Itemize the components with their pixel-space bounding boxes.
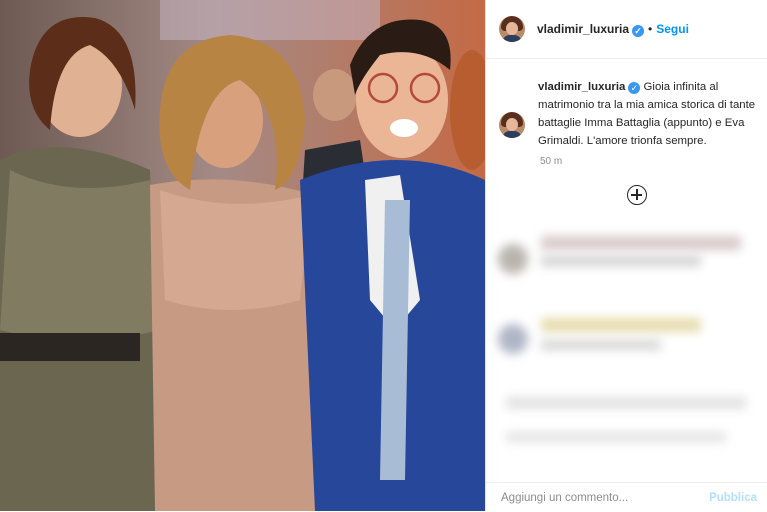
username-link[interactable]: vladimir_luxuria ✓ — [537, 22, 645, 37]
blurred-comments — [486, 222, 767, 474]
plus-circle-icon[interactable] — [627, 185, 647, 205]
avatar[interactable] — [499, 16, 525, 42]
post-photo — [0, 0, 485, 511]
comment-bar: Pubblica — [486, 482, 767, 512]
caption: vladimir_luxuria ✓ Gioia infinita al matr… — [499, 78, 761, 150]
verified-badge-icon: ✓ — [628, 82, 641, 94]
caption-text: vladimir_luxuria ✓ Gioia infinita al matr… — [538, 78, 761, 150]
post-side-panel: vladimir_luxuria ✓ • Segui vladimir_luxur… — [485, 0, 767, 511]
separator-dot: • — [648, 22, 653, 36]
caption-avatar[interactable] — [499, 112, 525, 138]
comment-input[interactable] — [499, 490, 703, 505]
publish-button[interactable]: Pubblica — [709, 492, 757, 504]
wedding-photo-illustration — [0, 0, 485, 511]
post-header: vladimir_luxuria ✓ • Segui — [486, 0, 767, 59]
verified-badge-icon: ✓ — [632, 24, 645, 37]
post-timestamp[interactable]: 50 m — [540, 156, 562, 167]
caption-username[interactable]: vladimir_luxuria — [538, 81, 625, 93]
follow-button[interactable]: Segui — [656, 22, 689, 36]
username-text[interactable]: vladimir_luxuria — [537, 22, 629, 36]
